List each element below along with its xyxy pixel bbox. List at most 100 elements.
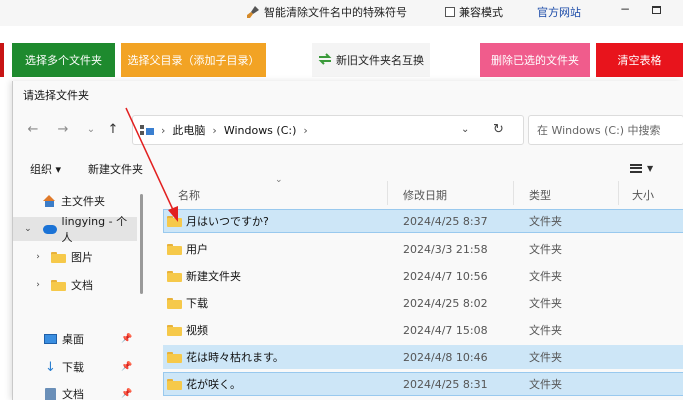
- compat-mode-checkbox[interactable]: 兼容模式: [445, 3, 503, 21]
- app-title-text: 智能清除文件名中的特殊符号: [264, 6, 407, 19]
- folder-icon: [167, 243, 182, 255]
- sidebar-item-onedrive[interactable]: ⌄ lingying - 个人: [13, 215, 137, 244]
- column-divider[interactable]: [618, 181, 619, 205]
- breadcrumb-separator: ›: [212, 123, 217, 137]
- file-name: 用户: [186, 243, 208, 256]
- organize-menu[interactable]: 组织 ▾: [30, 161, 61, 177]
- file-name: 下载: [186, 297, 208, 310]
- sidebar-item-documents-quick[interactable]: 文档 📌: [13, 382, 137, 400]
- table-row[interactable]: 花は時々枯れます。 2024/4/8 10:46 文件夹: [163, 345, 683, 369]
- dialog-title: 请选择文件夹: [23, 89, 89, 102]
- swap-names-label: 新旧文件夹名互换: [336, 54, 424, 67]
- checkbox-icon[interactable]: [445, 7, 455, 17]
- file-type: 文件夹: [529, 215, 562, 228]
- breadcrumb-this-pc[interactable]: 此电脑: [172, 122, 205, 138]
- maximize-button[interactable]: [652, 6, 661, 14]
- sidebar-item-pictures[interactable]: › 图片: [13, 245, 137, 269]
- folder-icon: [167, 215, 182, 227]
- file-modified: 2024/4/25 8:31: [403, 377, 488, 391]
- file-name: 视频: [186, 324, 208, 337]
- table-row[interactable]: 花が咲く。 2024/4/25 8:31 文件夹: [163, 372, 683, 396]
- brush-icon: [246, 5, 260, 19]
- chevron-right-icon[interactable]: ›: [33, 280, 43, 290]
- this-pc-icon: [140, 124, 154, 136]
- file-name: 花は時々枯れます。: [186, 351, 284, 364]
- folder-icon: [167, 297, 182, 309]
- pin-icon[interactable]: 📌: [121, 362, 132, 372]
- table-row[interactable]: 新建文件夹 2024/4/7 10:56 文件夹: [163, 264, 683, 288]
- file-modified: 2024/4/7 15:08: [403, 323, 488, 337]
- table-row[interactable]: 下载 2024/4/25 8:02 文件夹: [163, 291, 683, 315]
- document-icon: [45, 387, 56, 400]
- file-name-cell: 用户: [167, 241, 208, 257]
- search-input[interactable]: 在 Windows (C:) 中搜索: [528, 115, 683, 145]
- breadcrumb-windows-c[interactable]: Windows (C:): [224, 124, 297, 137]
- minimize-button[interactable]: −: [618, 2, 632, 20]
- official-site-link[interactable]: 官方网站: [537, 3, 581, 21]
- new-folder-button[interactable]: 新建文件夹: [88, 161, 143, 177]
- file-name-cell: 花が咲く。: [167, 376, 241, 392]
- address-bar[interactable]: › 此电脑 › Windows (C:) › ⌄ ↻: [132, 115, 524, 145]
- up-button[interactable]: ↑: [105, 122, 121, 138]
- column-header-name[interactable]: 名称: [178, 187, 200, 203]
- folder-picker-dialog: 请选择文件夹 ← → ⌄ ↑ › 此电脑 › Windows (C:) › ⌄ …: [12, 81, 683, 400]
- download-icon: ↓: [45, 359, 56, 375]
- column-header-size[interactable]: 大小: [632, 187, 654, 203]
- navigation-bar: ← → ⌄ ↑ › 此电脑 › Windows (C:) › ⌄ ↻ 在 Win…: [13, 113, 683, 147]
- file-modified: 2024/4/25 8:37: [403, 214, 488, 228]
- column-header-type[interactable]: 类型: [529, 187, 551, 203]
- select-parent-dir-button[interactable]: 选择父目录（添加子目录）: [121, 43, 266, 77]
- file-type: 文件夹: [529, 324, 562, 337]
- file-name-cell: 下载: [167, 295, 208, 311]
- table-row[interactable]: 用户 2024/3/3 21:58 文件夹: [163, 237, 683, 261]
- sidebar-scrollbar[interactable]: [140, 194, 143, 294]
- file-type: 文件夹: [529, 297, 562, 310]
- sidebar-item-label: 主文件夹: [61, 195, 105, 208]
- forward-button[interactable]: →: [55, 122, 71, 138]
- file-type: 文件夹: [529, 378, 562, 391]
- list-view-icon: [630, 163, 642, 173]
- file-name: 新建文件夹: [186, 270, 241, 283]
- sidebar-item-label: 文档: [71, 279, 93, 292]
- address-dropdown-button[interactable]: ⌄: [461, 124, 469, 135]
- column-header-modified[interactable]: 修改日期: [403, 187, 447, 203]
- clear-table-button[interactable]: 清空表格: [596, 43, 683, 77]
- chevron-right-icon[interactable]: ›: [33, 252, 43, 262]
- breadcrumb-separator: ›: [161, 123, 166, 137]
- sidebar-item-downloads[interactable]: ↓ 下载 📌: [13, 355, 137, 379]
- column-divider[interactable]: [387, 181, 388, 205]
- file-type: 文件夹: [529, 270, 562, 283]
- navigation-pane: 主文件夹 ⌄ lingying - 个人 › 图片 › 文档 桌面 📌 ↓ 下载…: [13, 185, 137, 400]
- delete-selected-button[interactable]: 删除已选的文件夹: [480, 43, 590, 77]
- refresh-button[interactable]: ↻: [493, 122, 504, 137]
- app-title: 智能清除文件名中的特殊符号: [246, 3, 407, 21]
- table-row[interactable]: 视频 2024/4/7 15:08 文件夹: [163, 318, 683, 342]
- sidebar-item-desktop[interactable]: 桌面 📌: [13, 327, 137, 351]
- file-name-cell: 视频: [167, 322, 208, 338]
- sidebar-item-label: 图片: [71, 251, 93, 264]
- file-name-cell: 月はいつですか?: [167, 213, 269, 229]
- view-options-button[interactable]: ▼: [630, 160, 664, 176]
- pin-icon[interactable]: 📌: [121, 389, 132, 399]
- sidebar-item-home[interactable]: 主文件夹: [13, 189, 137, 213]
- sidebar-item-label: 桌面: [62, 333, 84, 346]
- back-button[interactable]: ←: [25, 122, 41, 138]
- folder-icon: [167, 351, 182, 363]
- chevron-down-icon: ▼: [647, 163, 654, 173]
- sidebar-item-documents[interactable]: › 文档: [13, 273, 137, 297]
- folder-icon: [167, 378, 182, 390]
- pin-icon[interactable]: 📌: [121, 334, 132, 344]
- table-row[interactable]: 月はいつですか? 2024/4/25 8:37 文件夹: [163, 209, 683, 233]
- sidebar-item-label: lingying - 个人: [61, 215, 128, 244]
- file-modified: 2024/4/8 10:46: [403, 350, 488, 364]
- folder-icon: [51, 251, 66, 263]
- chevron-down-icon[interactable]: ⌄: [23, 224, 33, 234]
- column-divider[interactable]: [513, 181, 514, 205]
- select-multiple-folders-button[interactable]: 选择多个文件夹: [12, 43, 115, 77]
- app-toolbar: 选择多个文件夹 选择父目录（添加子目录） 新旧文件夹名互换 删除已选的文件夹 清…: [0, 43, 683, 77]
- file-list: ⌄ 名称 修改日期 类型 大小 月はいつですか? 2024/4/25 8:37 …: [163, 175, 683, 400]
- file-type: 文件夹: [529, 243, 562, 256]
- recent-locations-button[interactable]: ⌄: [83, 122, 99, 138]
- file-modified: 2024/4/25 8:02: [403, 296, 488, 310]
- swap-names-button[interactable]: 新旧文件夹名互换: [312, 43, 430, 77]
